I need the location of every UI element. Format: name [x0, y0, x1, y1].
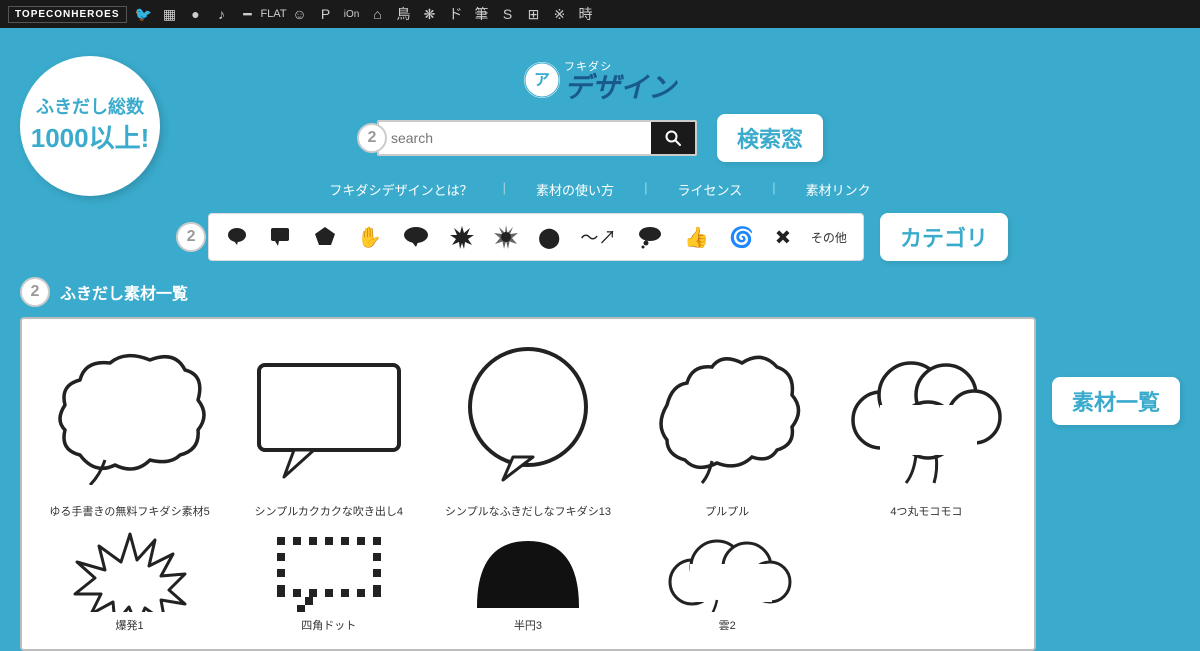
- material-thumbnail: [636, 335, 819, 495]
- material-name: シンプルなふきだしなフキダシ13: [445, 503, 611, 519]
- material-name: ゆる手書きの無料フキダシ素材5: [49, 503, 209, 519]
- material-thumbnail: [38, 335, 221, 495]
- cat-sun-burst[interactable]: [494, 225, 518, 249]
- icon-house[interactable]: ⌂: [367, 3, 389, 25]
- topbar: TOPECONHEROES 🐦 ▦ ● ♪ ━ FLAT ☺ P iOn ⌂ 鳥…: [0, 0, 1200, 28]
- list-item[interactable]: 爆発1: [38, 527, 221, 633]
- icon-circle[interactable]: ●: [185, 3, 207, 25]
- list-item[interactable]: 雲2: [636, 527, 819, 633]
- icon-time[interactable]: 時: [575, 3, 597, 25]
- materials-header: 2 ふきだし素材一覧: [20, 277, 1180, 307]
- icon-grid2[interactable]: ⊞: [523, 3, 545, 25]
- cat-thought-bubble[interactable]: [636, 225, 664, 249]
- icon-music[interactable]: ♪: [211, 3, 233, 25]
- brand-logo[interactable]: TOPECONHEROES: [8, 6, 127, 23]
- icon-fl[interactable]: FLAT: [263, 3, 285, 25]
- material-thumbnail: [835, 527, 1018, 617]
- material-name: 雲2: [719, 617, 736, 633]
- cat-circle[interactable]: ⬤: [538, 225, 560, 250]
- list-item[interactable]: 半円3: [436, 527, 619, 633]
- list-item: [835, 527, 1018, 633]
- nav-link-about[interactable]: フキダシデザインとは？: [329, 180, 472, 199]
- nav-link-links[interactable]: 素材リンク: [806, 180, 871, 199]
- material-thumbnail: [38, 527, 221, 617]
- cat-round-bubble[interactable]: [225, 225, 249, 249]
- svg-text:ア: ア: [534, 72, 550, 89]
- cat-spiral[interactable]: 🌀: [729, 225, 754, 250]
- material-thumbnail: [835, 335, 1018, 495]
- nav-link-usage[interactable]: 素材の使い方: [536, 180, 614, 199]
- tagline-bubble: ふきだし総数 1000以上!: [20, 56, 160, 196]
- nav-link-license[interactable]: ライセンス: [677, 180, 742, 199]
- cat-cross[interactable]: ✚: [768, 222, 798, 252]
- icon-grid[interactable]: ▦: [159, 3, 181, 25]
- materials-section: 2 ふきだし素材一覧: [0, 277, 1200, 651]
- search-box: [377, 120, 697, 156]
- material-name: 半円3: [514, 617, 542, 633]
- material-thumbnail: [237, 527, 420, 617]
- tagline-top: ふきだし総数: [36, 95, 144, 120]
- search-container: 2 検索窓: [377, 114, 823, 162]
- logo-area: ア フキダシ デザイン: [524, 58, 676, 102]
- search-step-indicator: 2: [357, 123, 387, 153]
- search-label: 検索窓: [717, 114, 823, 162]
- main-background: ふきだし総数 1000以上! ア フキダシ デザイン 2: [0, 28, 1200, 651]
- cat-burst[interactable]: [450, 225, 474, 249]
- category-label: カテゴリ: [880, 213, 1008, 261]
- list-item[interactable]: プルプル: [636, 335, 819, 519]
- list-item[interactable]: 4つ丸モコモコ: [835, 335, 1018, 519]
- materials-label: 素材一覧: [1052, 377, 1180, 425]
- main-layout: ふきだし総数 1000以上! ア フキダシ デザイン 2: [0, 28, 1200, 651]
- nav-links: フキダシデザインとは？ | 素材の使い方 | ライセンス | 素材リンク: [329, 180, 870, 199]
- material-thumbnail: [436, 527, 619, 617]
- icon-bird[interactable]: 🐦: [133, 3, 155, 25]
- material-thumbnail: [237, 335, 420, 495]
- cat-pentagon[interactable]: [313, 225, 337, 249]
- logo-design: デザイン: [564, 74, 676, 102]
- search-input[interactable]: [379, 122, 651, 154]
- icon-line[interactable]: ━: [237, 3, 259, 25]
- icon-face[interactable]: ☺: [289, 3, 311, 25]
- list-item[interactable]: シンプルカクカクな吹き出し4: [237, 335, 420, 519]
- materials-grid-row2: 爆発1: [38, 527, 1018, 633]
- topbar-icons: 🐦 ▦ ● ♪ ━ FLAT ☺ P iOn ⌂ 鳥 ❋ ド 筆 S ⊞ ※ 時: [133, 3, 597, 25]
- list-item[interactable]: 四角ドット: [237, 527, 420, 633]
- header-area: ア フキダシ デザイン 2: [172, 28, 1028, 277]
- category-bar: ✋ ⬤ 〜↗ 👍 🌀: [208, 213, 864, 261]
- icon-ion[interactable]: iOn: [341, 3, 363, 25]
- material-name: 四角ドット: [301, 617, 356, 633]
- material-name: 4つ丸モコモコ: [890, 503, 962, 519]
- icon-s[interactable]: S: [497, 3, 519, 25]
- logo-icon: ア: [524, 62, 560, 98]
- icon-brush[interactable]: 筆: [471, 3, 493, 25]
- category-wrapper: 2 ✋: [172, 213, 1028, 261]
- cat-oval-bubble[interactable]: [402, 225, 430, 249]
- material-name: プルプル: [705, 503, 749, 519]
- icon-flower[interactable]: ❋: [419, 3, 441, 25]
- material-name: シンプルカクカクな吹き出し4: [255, 503, 403, 519]
- materials-step-indicator: 2: [20, 277, 50, 307]
- cat-wave[interactable]: 〜↗: [580, 224, 616, 250]
- material-name: 爆発1: [116, 617, 144, 633]
- icon-p[interactable]: P: [315, 3, 337, 25]
- materials-grid-row1: ゆる手書きの無料フキダシ素材5 シンプルカクカクな吹き出し4: [38, 335, 1018, 519]
- list-item[interactable]: ゆる手書きの無料フキダシ素材5: [38, 335, 221, 519]
- cat-other[interactable]: その他: [811, 229, 847, 246]
- search-button[interactable]: [651, 122, 695, 154]
- cat-hand[interactable]: ✋: [357, 225, 382, 250]
- icon-do[interactable]: ド: [445, 3, 467, 25]
- category-step-indicator: 2: [176, 222, 206, 252]
- list-item[interactable]: シンプルなふきだしなフキダシ13: [436, 335, 619, 519]
- cat-rect-bubble[interactable]: [269, 225, 293, 249]
- icon-asterisk[interactable]: ※: [549, 3, 571, 25]
- materials-grid-wrapper: ゆる手書きの無料フキダシ素材5 シンプルカクカクな吹き出し4: [20, 317, 1036, 651]
- tagline-num: 1000以上!: [31, 120, 150, 156]
- cat-thumbs-up[interactable]: 👍: [684, 225, 709, 250]
- icon-bird2[interactable]: 鳥: [393, 3, 415, 25]
- material-thumbnail: [636, 527, 819, 617]
- materials-title: ふきだし素材一覧: [60, 280, 188, 304]
- material-thumbnail: [436, 335, 619, 495]
